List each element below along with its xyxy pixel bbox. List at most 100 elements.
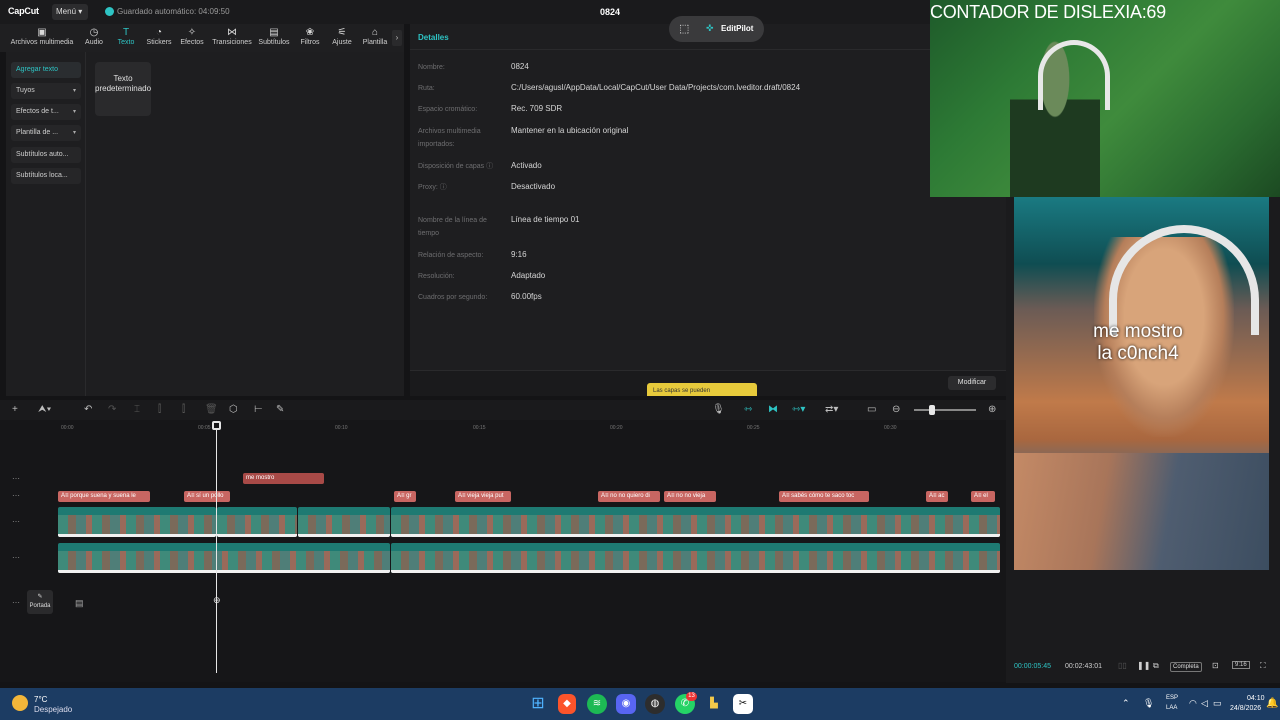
select-icon[interactable]: ⬚ xyxy=(679,22,689,35)
zoom-slider-knob[interactable] xyxy=(929,405,935,415)
capcut-icon[interactable]: ✂ xyxy=(733,694,753,714)
video-clip[interactable]: 2026-08-11 00-40-05.mkv xyxy=(298,507,390,537)
ratio-mode-button[interactable]: Completa xyxy=(1170,662,1202,672)
aspect-ratio-button[interactable]: 9:16 xyxy=(1232,661,1250,669)
pen-icon[interactable]: ✎ xyxy=(276,404,284,415)
playhead-grip-icon[interactable]: ⊕ xyxy=(213,595,222,605)
category-add-text[interactable]: Agregar texto xyxy=(11,62,81,78)
delete-icon[interactable]: 🗑 xyxy=(205,404,218,415)
microphone-tray-icon[interactable]: 🎙 xyxy=(1143,698,1154,709)
weather-temperature[interactable]: 7°C xyxy=(34,695,47,704)
video-clip[interactable]: 2026-08-11 00-48-05.mkv 00:02:30:58 xyxy=(391,507,1000,537)
track-handle[interactable]: ⋯ xyxy=(12,491,20,500)
category-text-effects[interactable]: Efectos de t... ▾ xyxy=(11,104,81,120)
subtitles-icon: ▤ xyxy=(269,27,279,38)
category-yours[interactable]: Tuyos ▾ xyxy=(11,83,81,99)
track-handle[interactable]: ⋯ xyxy=(12,517,20,526)
category-text-templates[interactable]: Plantilla de ... ▾ xyxy=(11,125,81,141)
obs-icon[interactable]: ◍ xyxy=(645,694,665,714)
category-auto-captions[interactable]: Subtítulos auto... xyxy=(11,147,81,163)
video-clip[interactable]: 2026-08-11 00-40-05.mkv 00:02:30:58 xyxy=(391,543,1000,573)
main-track-magnet-icon[interactable]: ⇿ xyxy=(744,404,752,415)
modify-button[interactable]: Modificar xyxy=(948,376,996,390)
pause-icon[interactable]: ❚❚ xyxy=(1137,661,1150,670)
microphone-icon[interactable]: 🎙 xyxy=(712,404,725,415)
battery-icon[interactable]: ▭ xyxy=(1213,698,1222,709)
text-clip[interactable]: A≡ gr xyxy=(394,491,416,502)
split-right-icon[interactable]: ⫿ xyxy=(182,404,185,415)
weather-description[interactable]: Despejado xyxy=(34,705,72,714)
speaker-icon[interactable]: ◁ xyxy=(1201,698,1208,709)
preview-caption[interactable]: me mostro la c0nch4 xyxy=(1014,321,1262,365)
text-clip[interactable]: me mostro xyxy=(243,473,324,484)
category-local-captions[interactable]: Subtítulos loca... xyxy=(11,168,81,184)
split-left-icon[interactable]: ⫿ xyxy=(158,404,161,415)
waveform-icon[interactable]: ▯▯ xyxy=(1118,661,1127,670)
clock-date[interactable]: 24/8/2026 xyxy=(1230,705,1261,712)
language-indicator[interactable]: ESP xyxy=(1166,695,1178,701)
detail-label-colorspace: Espacio cromático: xyxy=(418,106,478,113)
wifi-icon[interactable]: ◠ xyxy=(1189,698,1197,709)
windows-start-icon[interactable]: ⊞ xyxy=(528,694,548,714)
crop-icon[interactable]: ⧉ xyxy=(1153,661,1159,671)
preview-axis-icon[interactable]: ⇄▾ xyxy=(825,404,838,415)
tab-transitions[interactable]: ⋈ Transiciones xyxy=(210,27,254,51)
text-clip[interactable]: A≡ porque suena y suena le xyxy=(58,491,150,502)
text-clip[interactable]: A≡ sabés cómo te saco toc xyxy=(779,491,869,502)
menu-button[interactable]: Menú ▾ xyxy=(52,4,88,20)
track-handle[interactable]: ⋯ xyxy=(12,598,20,607)
text-clip[interactable]: A≡ el xyxy=(971,491,995,502)
select-tool-icon[interactable]: ⮝▾ xyxy=(38,404,51,415)
text-clip[interactable]: A≡ no no vieja xyxy=(664,491,716,502)
tab-media[interactable]: ▣ Archivos multimedia xyxy=(8,27,76,51)
zoom-out-icon[interactable]: ⊖ xyxy=(892,404,900,415)
tab-filters[interactable]: ❀ Filtros xyxy=(296,27,324,51)
brave-icon[interactable]: ◆ xyxy=(558,694,576,714)
split-icon[interactable]: ⌶ xyxy=(134,404,140,415)
freeze-icon[interactable]: ⊢ xyxy=(254,404,263,415)
text-clip[interactable]: A≡ ac xyxy=(926,491,948,502)
tab-subtitles[interactable]: ▤ Subtítulos xyxy=(256,27,292,51)
tab-templates[interactable]: ⌂ Plantilla xyxy=(360,27,390,51)
discord-icon[interactable]: ◉ xyxy=(616,694,636,714)
add-track-icon[interactable]: + xyxy=(12,404,18,415)
tab-audio[interactable]: ◷ Audio xyxy=(82,27,106,51)
preview-video[interactable] xyxy=(1014,197,1269,570)
zoom-slider[interactable] xyxy=(914,409,976,411)
undo-icon[interactable]: ↶ xyxy=(84,404,92,415)
video-clip[interactable]: 2026-08-11 00-40-05.mkv 00:00:12:03 xyxy=(58,543,390,573)
track-handle[interactable]: ⋯ xyxy=(12,553,20,562)
spotify-icon[interactable]: ≋ xyxy=(587,694,607,714)
video-clip[interactable]: 2026-08-11 00-40-05.mkv 00:00:05:45 xyxy=(58,507,216,537)
text-clip[interactable]: A≡ sí un pollo xyxy=(184,491,230,502)
tab-effects[interactable]: ✧ Efectos xyxy=(178,27,206,51)
default-text-card[interactable]: Texto predeterminado xyxy=(95,62,151,116)
file-explorer-icon[interactable]: ▙ xyxy=(704,694,724,714)
tab-text[interactable]: T Texto xyxy=(114,27,138,51)
text-clip[interactable]: A≡ no no quiero di xyxy=(598,491,660,502)
text-clip[interactable]: A≡ vieja vieja put xyxy=(455,491,511,502)
playhead-handle[interactable] xyxy=(212,421,221,430)
zoom-in-icon[interactable]: ⊕ xyxy=(988,404,996,415)
tab-stickers[interactable]: ◔ Stickers xyxy=(144,27,174,51)
linkage-icon[interactable]: ⇿▾ xyxy=(792,404,805,415)
clock-time[interactable]: 04:10 xyxy=(1247,695,1265,702)
track-handle[interactable]: ⋯ xyxy=(12,474,20,483)
template-icon: ⌂ xyxy=(371,27,379,38)
layers-tooltip: Las capas se pueden xyxy=(647,383,757,396)
fit-screen-icon[interactable]: ⊡ xyxy=(1212,661,1219,670)
keyboard-layout[interactable]: LAA xyxy=(1166,705,1177,711)
fullscreen-icon[interactable]: ⛶ xyxy=(1260,661,1266,671)
notification-bell-icon[interactable]: 🔔 xyxy=(1266,698,1278,709)
playhead[interactable] xyxy=(216,421,217,673)
moon-icon[interactable] xyxy=(12,695,28,711)
auto-snap-icon[interactable]: ⧓ xyxy=(768,404,778,415)
caption-track-icon[interactable]: ▭ xyxy=(867,404,876,415)
marker-icon[interactable]: ⬡ xyxy=(229,404,238,415)
chevron-up-icon[interactable]: ⌃ xyxy=(1122,698,1130,709)
video-clip[interactable]: 2026-08-11 00-48-05.m xyxy=(217,507,297,537)
redo-icon[interactable]: ↷ xyxy=(108,404,116,415)
tab-adjust[interactable]: ⚟ Ajuste xyxy=(329,27,355,51)
chevron-right-icon[interactable]: › xyxy=(392,30,402,46)
cover-button[interactable]: ✎ Portada xyxy=(27,590,53,614)
